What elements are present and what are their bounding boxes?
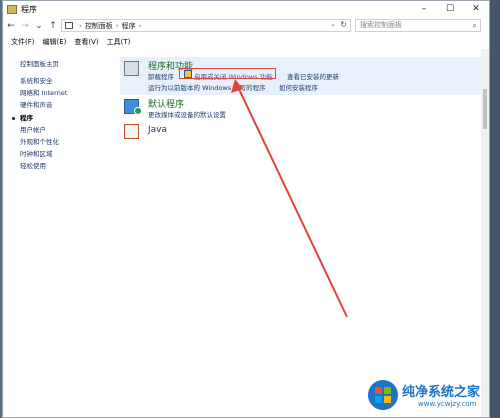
watermark-title: 纯净系统之家 — [402, 385, 481, 400]
vertical-scrollbar[interactable] — [481, 49, 489, 417]
control-panel-window: 程序 – ☐ ✕ ← → ⌄ ↑ › 控制面板 › 程序 › ⌄ ↻ 搜索控制面… — [2, 0, 490, 418]
scrollbar-thumb[interactable] — [483, 89, 487, 129]
arrow-shaft — [237, 86, 348, 318]
arrow-head — [231, 79, 243, 93]
logo-pane — [375, 396, 382, 403]
watermark-url: www.ycwjzy.com — [418, 400, 477, 408]
annotation-arrow — [231, 79, 348, 318]
logo-pane — [384, 396, 391, 403]
windows-logo-icon — [368, 380, 398, 410]
logo-pane — [375, 387, 382, 394]
watermark: 纯净系统之家 www.ycwjzy.com — [368, 378, 500, 418]
desktop-background — [490, 0, 500, 418]
logo-pane — [384, 387, 391, 394]
